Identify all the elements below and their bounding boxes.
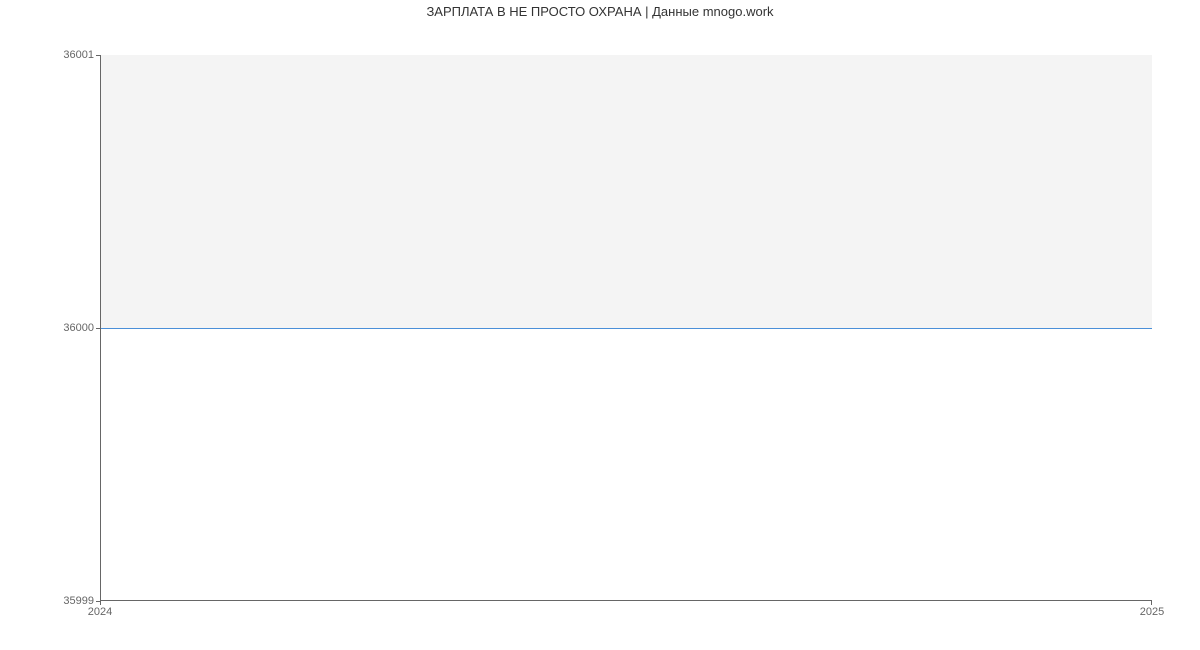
x-axis-tick-label: 2025 <box>1140 606 1164 618</box>
data-line <box>101 328 1152 329</box>
y-axis-tick-label: 36000 <box>63 322 94 334</box>
chart-title: ЗАРПЛАТА В НЕ ПРОСТО ОХРАНА | Данные mno… <box>0 0 1200 25</box>
plot-area <box>100 55 1152 601</box>
y-axis-tick-label: 36001 <box>63 49 94 61</box>
x-axis-tick-label: 2024 <box>88 606 112 618</box>
x-axis-tick-mark <box>100 601 101 605</box>
plot-band <box>101 55 1152 328</box>
chart-container: 36001 36000 35999 2024 2025 <box>0 25 1200 645</box>
x-axis-tick-mark <box>1151 601 1152 605</box>
